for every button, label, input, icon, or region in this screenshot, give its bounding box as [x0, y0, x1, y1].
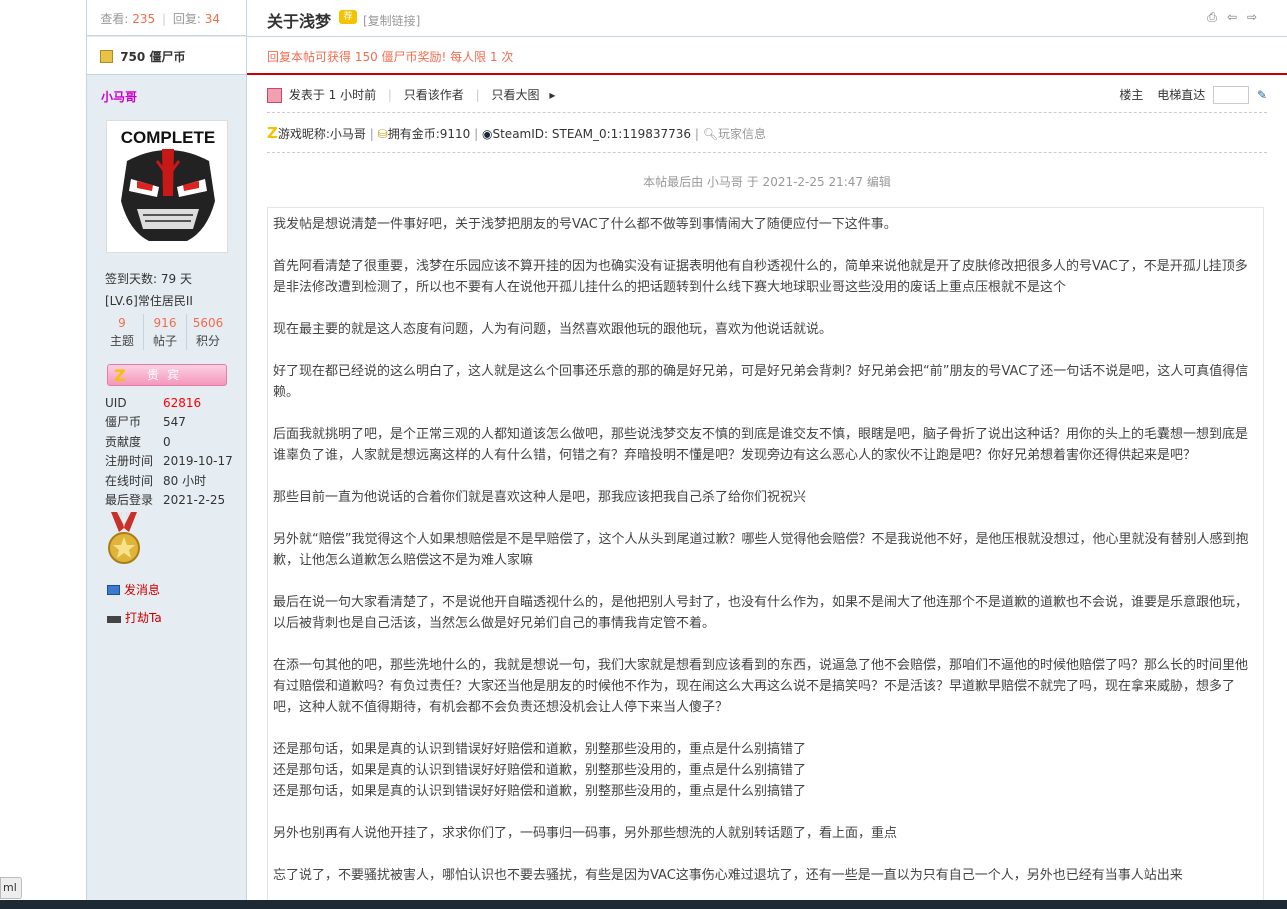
info-row-register: 注册时间 2019-10-17	[105, 454, 233, 469]
author-name[interactable]: 小马哥	[101, 88, 137, 105]
paragraph: 还是那句话，如果是真的认识到错误好好赔偿和道歉，别整那些没用的，重点是什么别搞错…	[273, 763, 807, 778]
thread-stats: 查看: 235 | 回复: 34	[87, 0, 246, 36]
paragraph: 另外就“赔偿”我觉得这个人如果想赔偿是不是早赔偿了，这个人从头到尾道过歉？哪些人…	[273, 532, 1249, 568]
user-stat-group: 9 主题 916 帖子 5606 积分	[101, 314, 229, 350]
views-label: 查看:	[100, 12, 129, 26]
coins-amount: 750	[120, 50, 146, 64]
elevator-input[interactable]	[1213, 86, 1250, 104]
post-meta-bar: 发表于 1 小时前 | 只看该作者 | 只看大图 ▸ 楼主 电梯直达 ✎	[267, 86, 1267, 106]
steam-id: SteamID: STEAM_0:1:119837736	[492, 127, 692, 141]
rob-link[interactable]: 打劫Ta	[107, 609, 162, 626]
paragraph: 现在最主要的就是这人态度有问题，人为有问题，当然喜欢跟他玩的跟他玩，喜欢为他说话…	[273, 322, 833, 337]
info-row-uid: UID 62816	[105, 396, 202, 410]
side-tab[interactable]: ml	[0, 877, 22, 899]
info-row-contribution: 贡献度 0	[105, 434, 171, 449]
replies-count: 34	[204, 12, 220, 26]
paragraph: 在添一句其他的吧，那些洗地什么的，我就是想说一句，我们大家就是想看到应该看到的东…	[273, 658, 1249, 715]
user-info-list: UID 62816 僵尸币 547 贡献度 0 注册时间 2019-10-17 在线时间…	[105, 394, 235, 510]
gun-icon	[107, 616, 121, 623]
copy-link-button[interactable]: [复制链接]	[363, 12, 420, 29]
vip-logo-icon: Z	[114, 366, 126, 385]
floor-label: 楼主	[1119, 88, 1144, 102]
coin-icon	[100, 50, 113, 63]
coins-reward: 750 僵尸币	[87, 37, 246, 75]
game-logo-icon: Z	[267, 124, 278, 142]
caret-right-icon[interactable]: ▸	[549, 88, 555, 102]
left-gutter	[0, 0, 86, 909]
elevator-label: 电梯直达	[1157, 88, 1206, 102]
posted-time: 发表于 1 小时前	[288, 88, 377, 102]
replies-label: 回复:	[172, 12, 201, 26]
paragraph: 我发帖是想说清楚一件事好吧，关于浅梦把朋友的号VAC了什么都不做等到事情闹大了随…	[273, 217, 897, 232]
stat-points[interactable]: 5606 积分	[187, 314, 229, 350]
title-tools: ⎙ ⇦ ⇨	[1205, 11, 1259, 24]
next-thread-icon[interactable]: ⇨	[1245, 11, 1259, 24]
divider	[267, 112, 1267, 113]
coins-unit: 僵尸币	[149, 50, 186, 64]
paragraph: 那些目前一直为他说话的合着你们就是喜欢这种人是吧，那我应该把我自己杀了给你们祝祝…	[273, 490, 807, 505]
author-sidebar: 查看: 235 | 回复: 34 750 僵尸币 小马哥 COMPLETE 签到…	[86, 0, 247, 900]
paragraph: 后面我就挑明了吧，是个正常三观的人都知道该怎么做吧，那些说浅梦交友不慎的到底是谁…	[273, 427, 1249, 463]
divider	[267, 152, 1267, 153]
user-level[interactable]: [LV.6]常住居民II	[105, 292, 193, 309]
paragraph: 忘了说了，不要骚扰被害人，哪怕认识也不要去骚扰，有些是因为VAC这事伤心难过退坑…	[273, 868, 1183, 883]
avatar-caption: COMPLETE	[121, 128, 215, 147]
mail-icon	[107, 585, 120, 595]
info-row-online: 在线时间 80 小时	[105, 473, 207, 488]
post-main: 关于浅梦 荐 [复制链接] ⎙ ⇦ ⇨ 回复本帖可获得 150 僵尸币奖励! 每…	[247, 0, 1287, 907]
vip-label: 贵宾	[146, 368, 187, 382]
info-row-coins: 僵尸币 547	[105, 415, 186, 430]
avatar[interactable]: COMPLETE	[106, 120, 228, 253]
reward-notice: 回复本帖可获得 150 僵尸币奖励! 每人限 1 次	[247, 36, 1287, 75]
only-author-link[interactable]: 只看该作者	[404, 88, 464, 102]
game-nickname: 游戏昵称:小马哥	[277, 127, 366, 141]
recommend-badge: 荐	[339, 10, 357, 24]
medal-icon[interactable]	[107, 512, 141, 566]
player-info-link[interactable]: 玩家信息	[718, 127, 766, 141]
large-image-link[interactable]: 只看大图	[492, 88, 540, 102]
game-info-bar: Z游戏昵称:小马哥 | ⛁拥有金币:9110 | ◉SteamID: STEAM…	[267, 124, 766, 142]
post-content: 我发帖是想说清楚一件事好吧，关于浅梦把朋友的号VAC了什么都不做等到事情闹大了随…	[267, 207, 1264, 907]
stat-posts[interactable]: 916 帖子	[144, 314, 187, 350]
paragraph: 最后在说一句大家看清楚了，不是说他开自瞄透视什么的，是他把别人号封了，也没有什么…	[273, 595, 1249, 631]
steam-icon: ◉	[482, 127, 493, 141]
send-message-link[interactable]: 发消息	[107, 581, 160, 598]
paragraph: 另外也别再有人说他开挂了，求求你们了，一码事归一码事，另外那些想洗的人就别转话题…	[273, 826, 898, 841]
gold-count: 拥有金币:9110	[387, 127, 471, 141]
info-row-lastlogin: 最后登录 2021-2-25	[105, 492, 226, 507]
stat-topics[interactable]: 9 主题	[101, 314, 144, 350]
checkin-days: 签到天数: 79 天	[105, 272, 192, 286]
edited-note: 本帖最后由 小马哥 于 2021-2-25 21:47 编辑	[643, 175, 891, 189]
vip-badge: Z 贵宾	[107, 364, 227, 386]
paragraph: 好了现在都已经说的这么明白了，这人就是这么个回事还乐意的那的确是好兄弟，可是好兄…	[273, 364, 1249, 400]
taskbar	[0, 900, 1287, 909]
search-icon: 🔍︎	[702, 127, 718, 141]
paragraph: 首先阿看清楚了很重要，浅梦在乐园应该不算开挂的因为也确实没有证据表明他有自秒透视…	[273, 259, 1248, 295]
jump-pen-icon[interactable]: ✎	[1257, 88, 1267, 102]
prev-thread-icon[interactable]: ⇦	[1225, 11, 1239, 24]
page-title: 关于浅梦	[267, 12, 332, 31]
print-icon[interactable]: ⎙	[1205, 11, 1219, 24]
gold-icon: ⛁	[377, 127, 388, 141]
paragraph: 还是那句话，如果是真的认识到错误好好赔偿和道歉，别整那些没用的，重点是什么别搞错…	[273, 742, 807, 757]
paragraph: 还是那句话，如果是真的认识到错误好好赔偿和道歉，别整那些没用的，重点是什么别搞错…	[273, 784, 807, 799]
author-online-icon	[267, 88, 282, 103]
views-count: 235	[132, 12, 156, 26]
